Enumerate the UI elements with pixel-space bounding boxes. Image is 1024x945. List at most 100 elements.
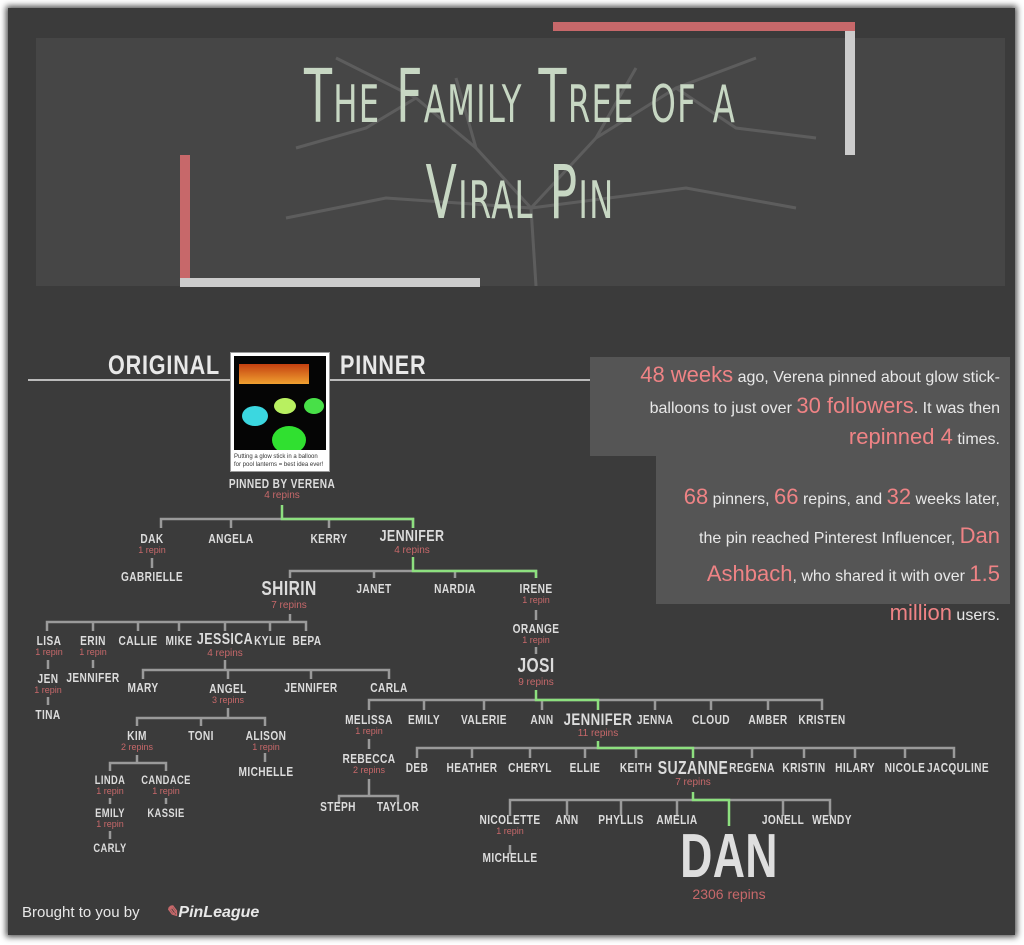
stat-box-1: 48 weeks ago, Verena pinned about glow s… <box>590 357 1010 456</box>
pinned-by-label: PINNED BY VERENA <box>228 476 336 491</box>
tree-node-name: TAYLOR <box>376 799 420 814</box>
tree-node-repins: 1 repin <box>522 635 550 646</box>
original-repins: 4 repins <box>264 490 300 501</box>
tree-node-name: KIM <box>127 728 147 743</box>
tree-node-repins: 3 repins <box>211 695 245 706</box>
tree-node-name: STEPH <box>320 799 356 814</box>
tree-node-name: BEPA <box>292 633 322 648</box>
tree-node-name: LISA <box>36 633 62 648</box>
tree-node-name: KRISTEN <box>798 712 846 727</box>
tree-node-name: TINA <box>35 707 61 722</box>
tree-node-name: MARY <box>127 680 159 695</box>
tree-node-repins: 1 repin <box>79 647 107 658</box>
tree-node-repins: 1 repin <box>35 647 63 658</box>
tree-node-repins: 4 repins <box>394 545 430 557</box>
tree-node-repins: 1 repin <box>355 726 383 737</box>
tree-node-name: MICHELLE <box>482 850 538 865</box>
pin-caption: Putting a glow stick in a balloon for po… <box>234 454 324 468</box>
tree-node-name: AMBER <box>748 712 788 727</box>
tree-node-name: HILARY <box>835 760 875 775</box>
tree-node-name: JANET <box>356 581 392 596</box>
tree-node-name: SUZANNE <box>657 758 729 778</box>
title-line-1: The Family Tree of a <box>303 54 737 140</box>
tree-node-name: KASSIE <box>147 806 185 820</box>
tree-node-name: KRISTIN <box>782 760 826 775</box>
tree-node-name: JEN <box>37 671 59 686</box>
tree-node-name: CANDACE <box>141 773 191 787</box>
tree-node-name: CARLA <box>370 680 408 695</box>
tree-node-name: ANGELA <box>208 531 254 546</box>
pin-image <box>234 356 326 450</box>
tree-node-name: ANN <box>530 712 554 727</box>
tree-node-name: NICOLE <box>884 760 926 775</box>
tree-node-name: JESSICA <box>196 631 254 648</box>
pin-card[interactable]: Putting a glow stick in a balloon for po… <box>230 352 330 472</box>
tree-node-name: JENNIFER <box>563 710 633 729</box>
tree-node-repins: 1 repin <box>96 818 124 829</box>
tree-node-repins: 7 repins <box>675 777 711 789</box>
original-label: ORIGINAL <box>108 350 220 380</box>
tree-node-name: IRENE <box>519 581 553 596</box>
tree-node-repins: 7 repins <box>271 599 307 611</box>
tree-node-name: MELISSA <box>345 712 393 727</box>
tree-node-name: JENNIFER <box>379 528 445 545</box>
tree-node-repins: 9 repins <box>518 676 554 688</box>
tree-node-name: REGENA <box>729 760 775 775</box>
tree-node-name: DAN <box>680 822 778 891</box>
tree-node-repins: 1 repin <box>138 545 166 556</box>
tree-node-name: SHIRIN <box>261 578 317 600</box>
title-line-2: Viral Pin <box>425 150 615 236</box>
tree-node-name: CARLY <box>93 841 127 855</box>
pin-logo-icon: ✎ <box>165 904 179 921</box>
tree-node-repins: 1 repin <box>522 595 550 606</box>
accent-bar-right <box>845 31 855 155</box>
tree-node-name: DEB <box>405 760 429 775</box>
tree-node-repins: 1 repin <box>34 685 62 696</box>
tree-node-repins: 2306 repins <box>692 885 766 902</box>
accent-bar-bottom <box>180 278 480 287</box>
tree-node-name: JENNA <box>636 712 674 727</box>
tree-node-name: GABRIELLE <box>120 569 184 584</box>
tree-node-name: CLOUD <box>691 712 731 727</box>
tree-node-name: NICOLETTE <box>479 812 541 827</box>
tree-node-name: WENDY <box>812 812 852 827</box>
tree-node-repins: 4 repins <box>207 648 243 660</box>
tree-node-repins: 11 repins <box>577 728 619 740</box>
tree-node-name: ANN <box>555 812 579 827</box>
tree-node-name: CHERYL <box>508 760 552 775</box>
tree-node-name: ELLIE <box>569 760 601 775</box>
tree-node-name: JENNIFER <box>284 680 338 695</box>
tree-node-repins: 2 repins <box>120 742 154 753</box>
tree-node-name: LINDA <box>94 773 126 787</box>
tree-node-repins: 1 repin <box>496 826 524 837</box>
tree-node-name: ERIN <box>80 633 106 648</box>
tree-node-repins: 1 repin <box>152 785 180 796</box>
tree-node-name: ALISON <box>245 728 287 743</box>
tree-node-repins: 2 repins <box>352 765 386 776</box>
tree-node-name: JENNIFER <box>66 670 120 685</box>
pinner-label: PINNER <box>340 350 427 380</box>
tree-node-name: CALLIE <box>118 633 158 648</box>
tree-node-name: VALERIE <box>461 712 507 727</box>
tree-node-name: DAK <box>140 531 164 546</box>
tree-node-name: EMILY <box>407 712 441 727</box>
tree-node-name: JOSI <box>517 655 555 677</box>
tree-node-repins: 1 repin <box>252 742 280 753</box>
tree-node-name: JACQULINE <box>926 760 990 775</box>
pinleague-logo[interactable]: ✎PinLeague <box>165 902 259 922</box>
tree-node-repins: 1 repin <box>96 785 124 796</box>
tree-node-name: KYLIE <box>254 633 286 648</box>
tree-node-name: KERRY <box>310 531 348 546</box>
tree-node-name: NARDIA <box>434 581 476 596</box>
tree-node-name: MIKE <box>165 633 193 648</box>
tree-node-name: ORANGE <box>512 621 560 636</box>
tree-node-name: HEATHER <box>446 760 498 775</box>
accent-bar-top <box>553 22 855 31</box>
tree-node-name: ANGEL <box>209 681 247 696</box>
tree-node-name: REBECCA <box>342 751 396 766</box>
tree-node-name: MICHELLE <box>238 764 294 779</box>
tree-node-name: PHYLLIS <box>598 812 644 827</box>
stat-box-2: 68 pinners, 66 repins, and 32 weeks late… <box>656 432 1010 625</box>
tree-node-name: KEITH <box>619 760 653 775</box>
tree-node-name: EMILY <box>95 806 125 820</box>
